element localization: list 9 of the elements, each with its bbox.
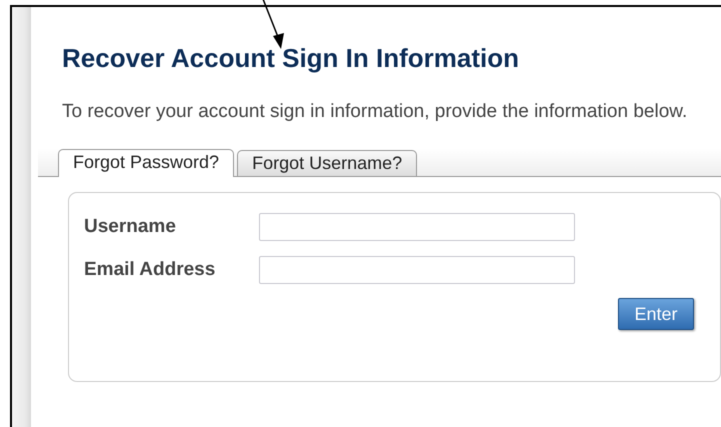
field-label: Email Address — [84, 258, 216, 282]
tab[interactable]: Forgot Username? — [237, 150, 418, 176]
field-label: Username — [84, 215, 177, 240]
intro-text: To recover your account sign in information, provide the information below. — [62, 100, 688, 124]
page-title: Recover Account Sign In Information — [62, 43, 520, 74]
enter-button[interactable]: Enter — [618, 298, 694, 330]
input-field[interactable] — [259, 213, 575, 242]
input-field[interactable] — [259, 256, 575, 284]
tab[interactable]: Forgot Password? — [58, 149, 234, 178]
